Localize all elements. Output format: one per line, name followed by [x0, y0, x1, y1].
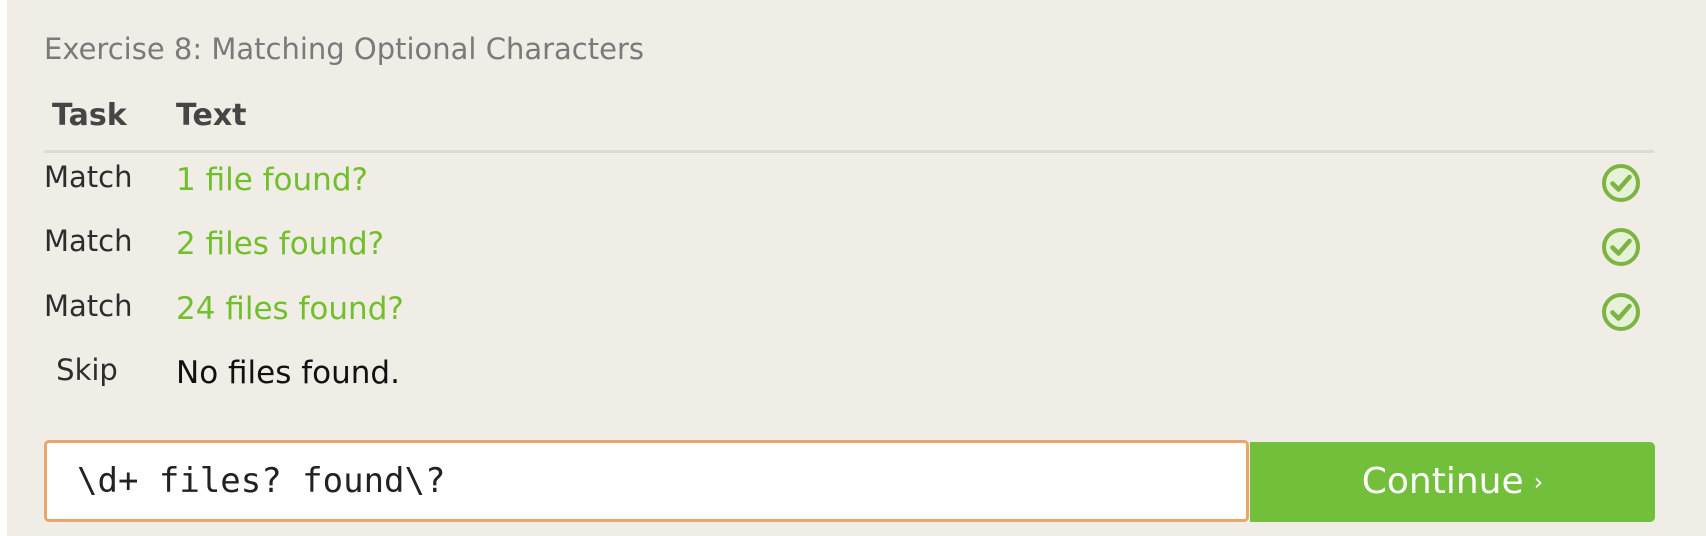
- continue-button[interactable]: Continue ›: [1250, 442, 1655, 522]
- table-header: Task Text: [44, 98, 1654, 153]
- column-header-task: Task: [52, 98, 127, 133]
- chevron-right-icon: ›: [1533, 468, 1544, 496]
- table-row: Match 1 file found?: [44, 160, 1654, 220]
- exercise-panel: Exercise 8: Matching Optional Characters…: [7, 0, 1706, 536]
- task-label: Skip: [56, 353, 118, 387]
- check-icon: [1602, 164, 1640, 202]
- task-label: Match: [44, 289, 133, 323]
- table-row: Match 24 files found?: [44, 289, 1654, 349]
- check-icon: [1602, 293, 1640, 331]
- test-string: 24 files found?: [176, 291, 404, 327]
- exercise-title: Exercise 8: Matching Optional Characters: [44, 32, 644, 66]
- test-string: 2 files found?: [176, 226, 385, 262]
- check-icon: [1602, 228, 1640, 266]
- regex-input-container: [44, 440, 1249, 522]
- continue-label: Continue: [1361, 461, 1524, 502]
- regex-input[interactable]: [47, 443, 1246, 519]
- column-header-text: Text: [176, 98, 247, 133]
- table-row: Match 2 files found?: [44, 224, 1654, 284]
- table-row: Skip No files found.: [44, 353, 1654, 413]
- task-label: Match: [44, 224, 133, 258]
- test-string: 1 file found?: [176, 162, 368, 198]
- test-string: No files found.: [176, 355, 400, 391]
- task-label: Match: [44, 160, 133, 194]
